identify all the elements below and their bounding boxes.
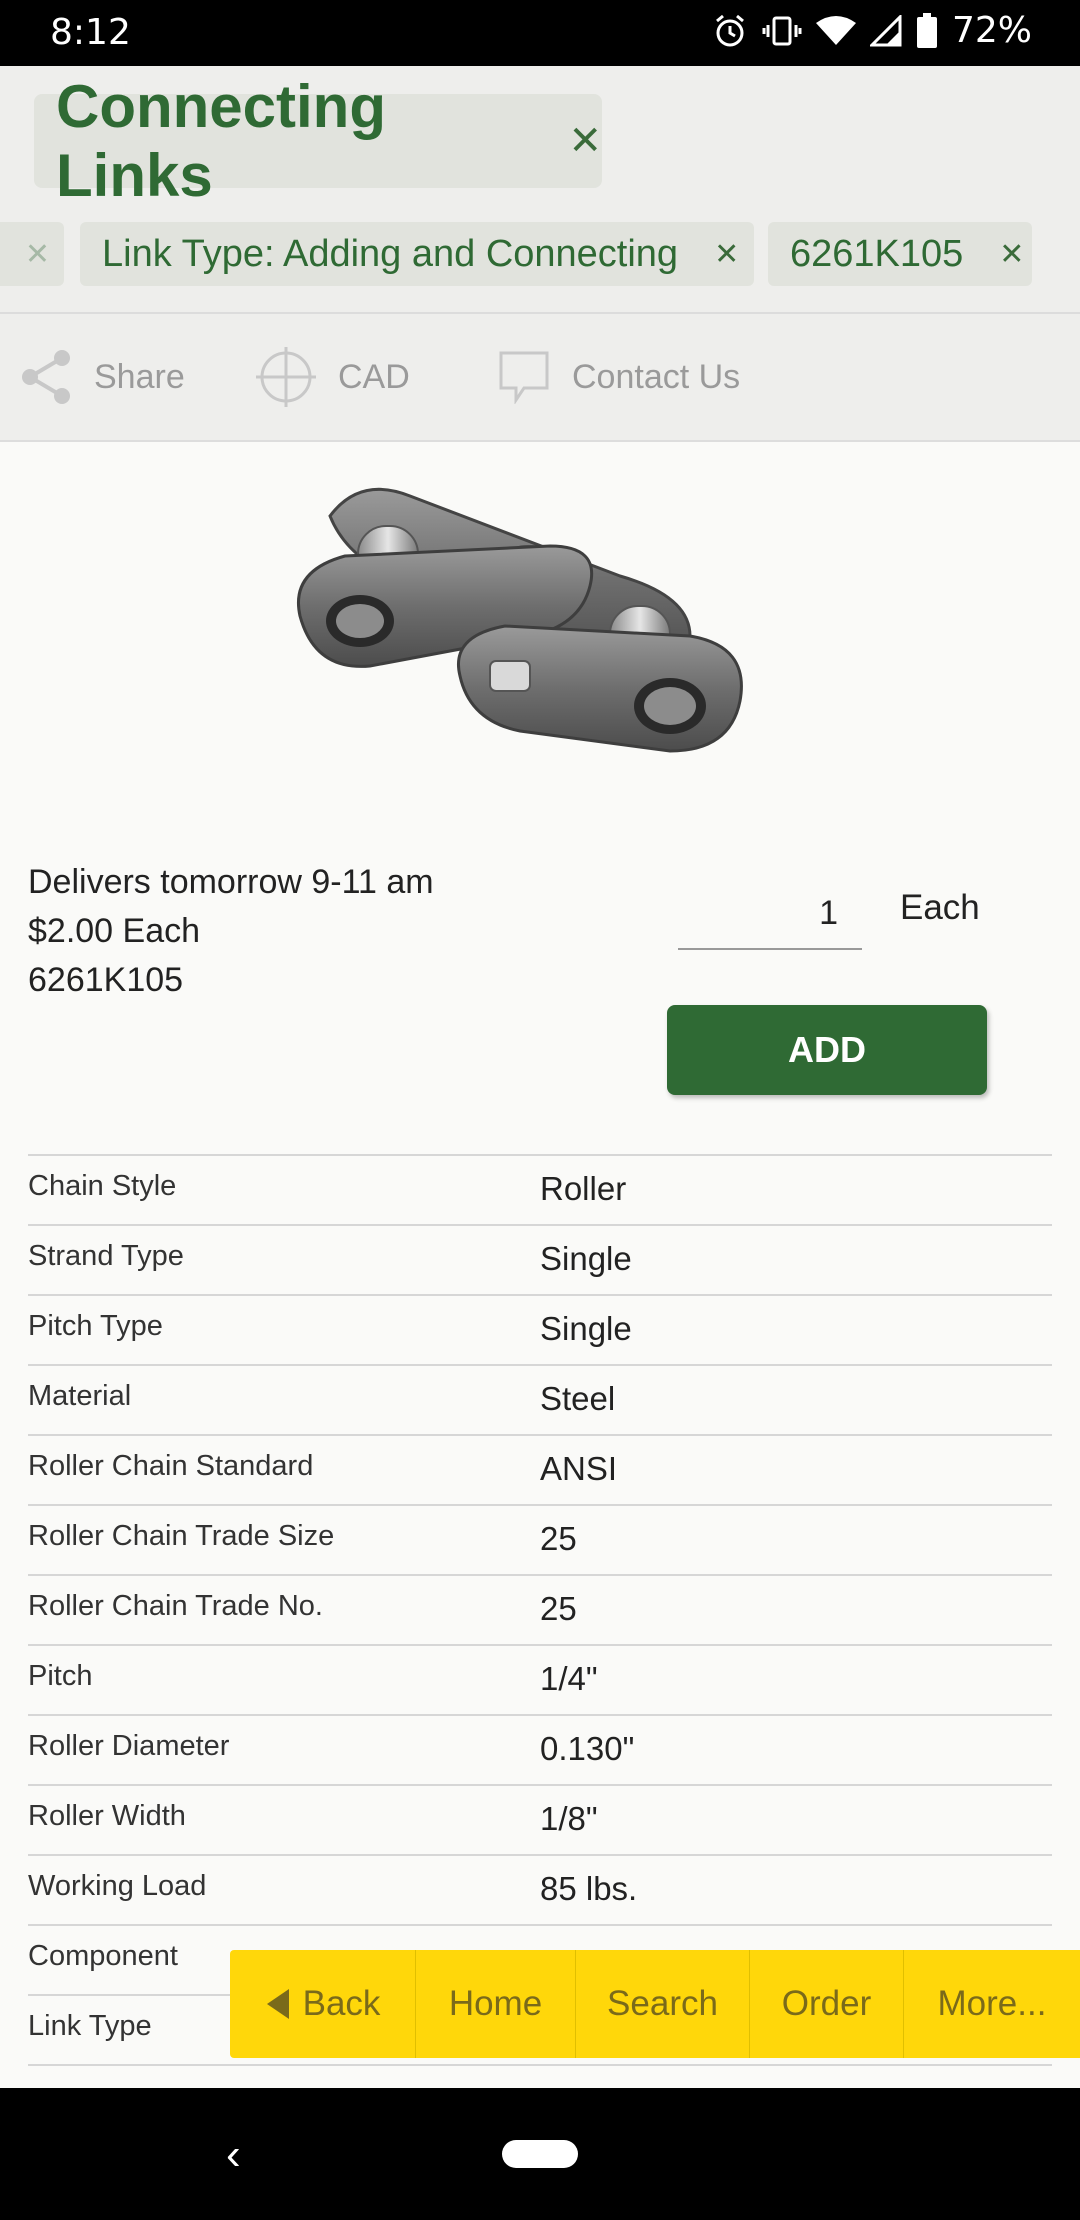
more-button[interactable]: More... bbox=[904, 1950, 1080, 2058]
close-icon[interactable]: ✕ bbox=[25, 237, 50, 272]
spec-value: Steel bbox=[540, 1380, 616, 1417]
part-number-text: 6261K105 bbox=[28, 961, 184, 999]
battery-icon bbox=[916, 12, 937, 48]
cad-label: CAD bbox=[338, 357, 410, 396]
share-icon bbox=[22, 350, 70, 404]
back-button[interactable]: Back bbox=[230, 1950, 416, 2058]
spec-label: Pitch bbox=[28, 1660, 93, 1692]
spec-value: ANSI bbox=[540, 1450, 618, 1487]
delivery-text: Delivers tomorrow 9-11 am bbox=[28, 863, 434, 901]
chat-icon bbox=[499, 351, 549, 404]
vibrate-icon bbox=[762, 16, 802, 45]
spec-label: Component bbox=[28, 1940, 178, 1972]
nav-back-icon[interactable]: ‹ bbox=[226, 2130, 241, 2180]
contact-us-button[interactable]: Contact Us bbox=[498, 314, 740, 440]
spec-label: Roller Chain Standard bbox=[28, 1450, 314, 1482]
unit-label: Each bbox=[900, 888, 980, 927]
table-row: Material Steel bbox=[28, 1364, 1052, 1434]
signal-icon bbox=[869, 14, 902, 46]
crosshair-icon bbox=[256, 347, 316, 407]
table-row: Roller Width 1/8" bbox=[28, 1784, 1052, 1854]
table-row: Pitch Type Single bbox=[28, 1294, 1052, 1364]
close-icon[interactable]: ✕ bbox=[714, 237, 739, 272]
spec-value: 25 bbox=[540, 1520, 577, 1557]
filter-chip-part-number[interactable]: 6261K105 ✕ bbox=[768, 222, 1032, 286]
table-row: Working Load 85 lbs. bbox=[28, 1854, 1052, 1924]
quantity-input[interactable] bbox=[678, 878, 862, 950]
contact-us-label: Contact Us bbox=[572, 357, 741, 396]
spec-label: Material bbox=[28, 1380, 132, 1412]
spec-value: Roller bbox=[540, 1170, 627, 1207]
table-row: Strand Type Single bbox=[28, 1224, 1052, 1294]
bottom-toolbar: Back Home Search Order More... bbox=[230, 1950, 1080, 2058]
table-row: Chain Style Roller bbox=[28, 1154, 1052, 1224]
table-row: Roller Chain Trade No. 25 bbox=[28, 1574, 1052, 1644]
spec-label: Working Load bbox=[28, 1870, 207, 1902]
spec-label: Pitch Type bbox=[28, 1310, 163, 1342]
table-row: Roller Diameter 0.130" bbox=[28, 1714, 1052, 1784]
battery-percent: 72% bbox=[951, 10, 1032, 51]
spec-value: Single bbox=[540, 1310, 632, 1347]
share-label: Share bbox=[94, 357, 185, 396]
close-icon[interactable]: ✕ bbox=[568, 118, 602, 164]
system-nav-bar: ‹ bbox=[0, 2088, 1080, 2220]
back-arrow-icon bbox=[266, 1989, 289, 2019]
home-button[interactable]: Home bbox=[416, 1950, 576, 2058]
filter-chip-row: ✕ Link Type: Adding and Connecting ✕ 626… bbox=[0, 222, 1080, 286]
product-info: Delivers tomorrow 9-11 am $2.00 Each 626… bbox=[28, 858, 434, 1005]
product-image bbox=[297, 487, 743, 753]
spec-value: 1/4" bbox=[540, 1660, 598, 1697]
status-icons: 72% bbox=[712, 10, 1032, 51]
spec-label: Roller Chain Trade No. bbox=[28, 1590, 323, 1622]
filter-chip-partial[interactable]: ✕ bbox=[0, 222, 64, 286]
spec-value: 0.130" bbox=[540, 1730, 635, 1767]
add-to-order-button[interactable]: ADD bbox=[667, 1005, 987, 1095]
spec-value: Single bbox=[540, 1240, 632, 1277]
category-chip[interactable]: Connecting Links ✕ bbox=[34, 73, 602, 209]
spec-value: 25 bbox=[540, 1590, 577, 1627]
filter-chip-label: 6261K105 bbox=[790, 232, 964, 275]
spec-label: Roller Chain Trade Size bbox=[28, 1520, 335, 1552]
nav-home-pill[interactable] bbox=[502, 2140, 578, 2168]
search-button[interactable]: Search bbox=[576, 1950, 750, 2058]
table-row: Roller Chain Trade Size 25 bbox=[28, 1504, 1052, 1574]
filter-header: Connecting Links ✕ ✕ Link Type: Adding a… bbox=[0, 66, 1080, 442]
action-bar: Share CAD Contact Us bbox=[0, 314, 1080, 440]
filter-chip-link-type[interactable]: Link Type: Adding and Connecting ✕ bbox=[80, 222, 754, 286]
wifi-icon bbox=[815, 15, 856, 45]
status-bar: 8:12 72% bbox=[0, 0, 1080, 66]
alarm-icon bbox=[716, 14, 744, 46]
table-row: Roller Chain Standard ANSI bbox=[28, 1434, 1052, 1504]
order-button[interactable]: Order bbox=[750, 1950, 904, 2058]
spec-label: Strand Type bbox=[28, 1240, 184, 1272]
cad-button[interactable]: CAD bbox=[256, 314, 410, 440]
close-icon[interactable]: ✕ bbox=[999, 237, 1024, 272]
spec-label: Roller Width bbox=[28, 1800, 186, 1832]
share-button[interactable]: Share bbox=[20, 314, 185, 440]
category-title: Connecting Links bbox=[56, 73, 386, 209]
spec-value: 1/8" bbox=[540, 1800, 598, 1837]
spec-label: Link Type bbox=[28, 2010, 152, 2042]
status-time: 8:12 bbox=[50, 12, 131, 53]
filter-chip-label: Link Type: Adding and Connecting bbox=[102, 232, 679, 275]
price-text: $2.00 Each bbox=[28, 912, 201, 950]
spec-value: 85 lbs. bbox=[540, 1870, 638, 1907]
spec-label: Chain Style bbox=[28, 1170, 177, 1202]
table-row: Pitch 1/4" bbox=[28, 1644, 1052, 1714]
back-label: Back bbox=[302, 1984, 381, 2023]
spec-label: Roller Diameter bbox=[28, 1730, 230, 1762]
